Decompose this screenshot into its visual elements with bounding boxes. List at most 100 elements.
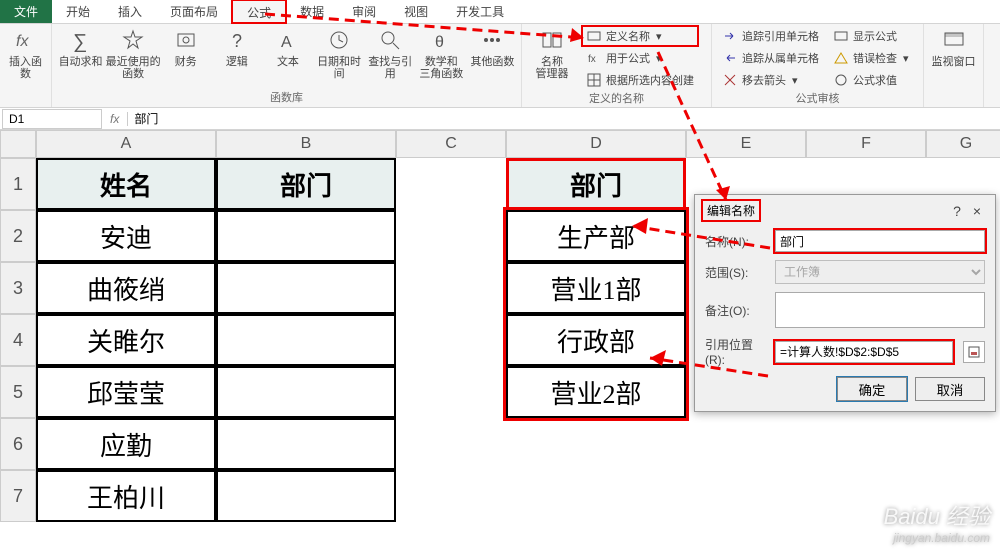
cell-A2[interactable]: 安迪 — [36, 210, 216, 262]
error-check-button[interactable]: 错误检查▾ — [829, 48, 913, 68]
question-icon: ? — [223, 26, 251, 54]
text-fn-button[interactable]: A文本 — [265, 26, 310, 89]
col-header-G[interactable]: G — [926, 130, 1000, 158]
trace-dependents-button[interactable]: 追踪从属单元格 — [718, 48, 823, 68]
financial-button[interactable]: 财务 — [163, 26, 208, 89]
show-formulas-icon — [833, 28, 849, 44]
tab-dev[interactable]: 开发工具 — [442, 0, 518, 23]
row-header-4[interactable]: 4 — [0, 314, 36, 366]
cell-B2[interactable] — [216, 210, 396, 262]
range-highlight — [503, 207, 689, 421]
tab-review[interactable]: 审阅 — [338, 0, 390, 23]
tab-formula[interactable]: 公式 — [232, 0, 286, 23]
money-icon — [172, 26, 200, 54]
dialog-close-button[interactable]: × — [967, 203, 987, 219]
col-header-C[interactable]: C — [396, 130, 506, 158]
cell-A6[interactable]: 应勤 — [36, 418, 216, 470]
show-formulas-button[interactable]: 显示公式 — [829, 26, 913, 46]
dialog-help-button[interactable]: ? — [947, 203, 967, 219]
lookup-button[interactable]: 查找与引用 — [368, 26, 413, 89]
watch-icon — [940, 26, 968, 54]
trace-precedents-button[interactable]: 追踪引用单元格 — [718, 26, 823, 46]
svg-text:A: A — [281, 34, 292, 51]
row-header-5[interactable]: 5 — [0, 366, 36, 418]
cancel-button[interactable]: 取消 — [915, 377, 985, 401]
cell-A4[interactable]: 关睢尔 — [36, 314, 216, 366]
ref-label: 引用位置(R): — [705, 336, 769, 367]
scope-label: 范围(S): — [705, 264, 769, 281]
ok-button[interactable]: 确定 — [837, 377, 907, 401]
formula-input[interactable]: 部门 — [128, 108, 1000, 129]
logical-button[interactable]: ?逻辑 — [214, 26, 259, 89]
dialog-title: 编辑名称 — [703, 201, 759, 220]
cell-A3[interactable]: 曲筱绡 — [36, 262, 216, 314]
row-header-6[interactable]: 6 — [0, 418, 36, 470]
tab-data[interactable]: 数据 — [286, 0, 338, 23]
theta-icon: θ — [427, 26, 455, 54]
define-name-button[interactable]: 定义名称▾ — [582, 26, 698, 46]
row-header-3[interactable]: 3 — [0, 262, 36, 314]
name-box[interactable] — [2, 109, 102, 129]
warning-icon — [833, 50, 849, 66]
autosum-button[interactable]: ∑自动求和 — [58, 26, 103, 89]
text-icon: A — [274, 26, 302, 54]
cell-B4[interactable] — [216, 314, 396, 366]
search-icon — [376, 26, 404, 54]
tab-view[interactable]: 视图 — [390, 0, 442, 23]
remove-arrows-button[interactable]: 移去箭头▾ — [718, 70, 823, 90]
name-manager-button[interactable]: 名称 管理器 — [528, 26, 576, 90]
cell-A1[interactable]: 姓名 — [36, 158, 216, 210]
col-header-D[interactable]: D — [506, 130, 686, 158]
scope-select: 工作簿 — [775, 260, 985, 284]
comment-input[interactable] — [775, 292, 985, 328]
row-header-7[interactable]: 7 — [0, 470, 36, 522]
tab-layout[interactable]: 页面布局 — [156, 0, 232, 23]
col-header-B[interactable]: B — [216, 130, 396, 158]
group-label-library: 函数库 — [58, 89, 515, 107]
tab-insert[interactable]: 插入 — [104, 0, 156, 23]
ref-input[interactable] — [775, 341, 953, 363]
use-in-formula-button[interactable]: fx用于公式▾ — [582, 48, 698, 68]
cell-A7[interactable]: 王柏川 — [36, 470, 216, 522]
tag-icon — [538, 26, 566, 54]
create-from-selection-button[interactable]: 根据所选内容创建 — [582, 70, 698, 90]
cell-A5[interactable]: 邱莹莹 — [36, 366, 216, 418]
edit-name-dialog: 编辑名称 ? × 名称(N): 范围(S): 工作簿 备注(O): 引用位置(R… — [694, 194, 996, 412]
tab-home[interactable]: 开始 — [52, 0, 104, 23]
group-label-audit: 公式审核 — [718, 90, 917, 108]
trace-dep-icon — [722, 50, 738, 66]
cell-B3[interactable] — [216, 262, 396, 314]
ref-collapse-button[interactable] — [963, 341, 985, 363]
ribbon: fx 插入函数 ∑自动求和 最近使用的 函数 财务 ?逻辑 A文本 日期和时间 … — [0, 24, 1000, 108]
insert-function-button[interactable]: fx 插入函数 — [6, 26, 45, 93]
math-button[interactable]: θ数学和 三角函数 — [419, 26, 464, 89]
cell-D1[interactable]: 部门 — [506, 158, 686, 210]
sigma-icon: ∑ — [67, 26, 95, 54]
name-label: 名称(N): — [705, 233, 769, 250]
row-header-2[interactable]: 2 — [0, 210, 36, 262]
group-label-names: 定义的名称 — [528, 90, 705, 108]
comment-label: 备注(O): — [705, 302, 769, 319]
row-header-1[interactable]: 1 — [0, 158, 36, 210]
col-header-A[interactable]: A — [36, 130, 216, 158]
svg-text:∑: ∑ — [73, 31, 87, 52]
other-fn-button[interactable]: 其他函数 — [470, 26, 515, 89]
remove-arrows-icon — [722, 72, 738, 88]
name-input[interactable] — [775, 230, 985, 252]
cell-B6[interactable] — [216, 418, 396, 470]
watch-window-button[interactable]: 监视窗口 — [930, 26, 977, 93]
cell-B1[interactable]: 部门 — [216, 158, 396, 210]
select-all-corner[interactable] — [0, 130, 36, 158]
col-header-E[interactable]: E — [686, 130, 806, 158]
clock-icon — [325, 26, 353, 54]
tab-file[interactable]: 文件 — [0, 0, 52, 23]
fx-label[interactable]: fx — [102, 112, 128, 126]
svg-text:fx: fx — [16, 33, 29, 50]
cell-B7[interactable] — [216, 470, 396, 522]
col-header-F[interactable]: F — [806, 130, 926, 158]
evaluate-formula-button[interactable]: 公式求值 — [829, 70, 913, 90]
cell-B5[interactable] — [216, 366, 396, 418]
recent-button[interactable]: 最近使用的 函数 — [109, 26, 157, 89]
datetime-button[interactable]: 日期和时间 — [317, 26, 362, 89]
svg-text:fx: fx — [588, 54, 596, 65]
